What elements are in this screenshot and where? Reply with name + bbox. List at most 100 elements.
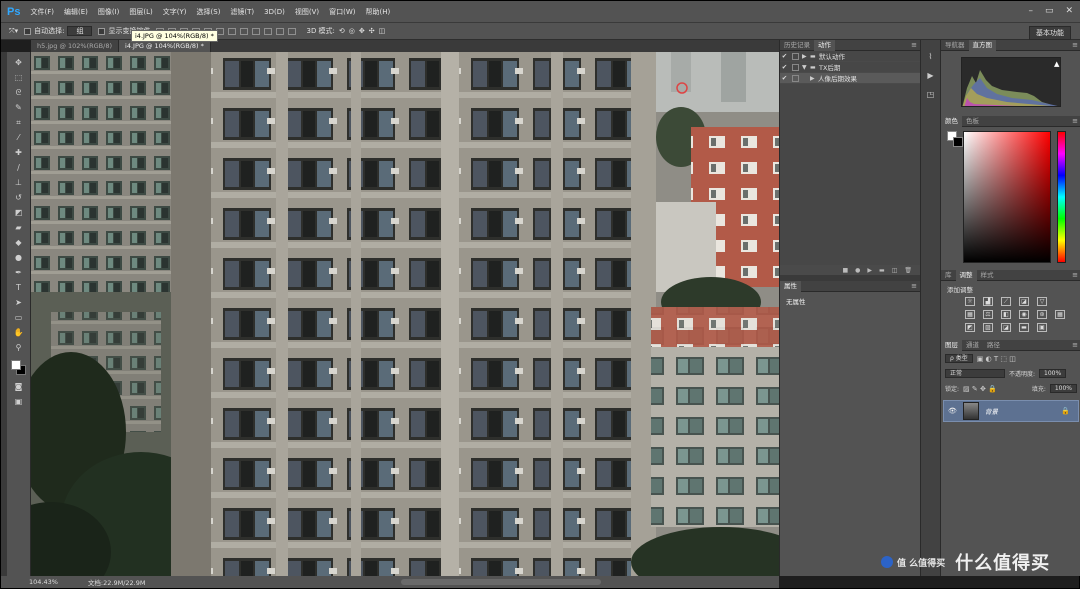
- doc-size[interactable]: 文档:22.9M/22.9M: [88, 577, 146, 587]
- lock-icons[interactable]: ▨ ✎ ✥ 🔒: [963, 385, 997, 393]
- minimize-button[interactable]: –: [1028, 6, 1033, 16]
- panel-menu-icon[interactable]: ≡: [1072, 271, 1078, 279]
- new-set-icon[interactable]: ▬: [879, 267, 885, 274]
- brightness-icon[interactable]: ☼: [965, 297, 975, 306]
- action-portrait[interactable]: ✔ ▶ 人像后期效果: [780, 73, 920, 84]
- screen-mode-icon[interactable]: ▣: [13, 395, 25, 408]
- histogram-icon[interactable]: ⌇: [925, 52, 937, 63]
- action-set-tx[interactable]: ✔ ▼ ▬ TX后期: [780, 62, 920, 73]
- move-icon[interactable]: ✥: [13, 56, 25, 69]
- expand-icon[interactable]: ▶: [810, 75, 818, 82]
- clone-stamp-icon[interactable]: ⊥: [13, 176, 25, 189]
- posterize-icon[interactable]: ▨: [983, 323, 993, 332]
- brush-icon[interactable]: ∕: [13, 161, 25, 174]
- tab-history[interactable]: 历史记录: [780, 40, 814, 51]
- vibrance-icon[interactable]: ▽: [1037, 297, 1047, 306]
- dialog-toggle[interactable]: [792, 52, 799, 60]
- crop-icon[interactable]: ⌗: [13, 116, 25, 129]
- 3d-slide-icon[interactable]: ✣: [369, 27, 375, 35]
- zoom-icon[interactable]: ⚲: [13, 341, 25, 354]
- action-set-default[interactable]: ✔ ▶ ▬ 默认动作: [780, 51, 920, 62]
- color-lookup-icon[interactable]: ▦: [1055, 310, 1065, 319]
- exposure-icon[interactable]: ◪: [1019, 297, 1029, 306]
- visibility-eye-icon[interactable]: 👁: [948, 407, 957, 415]
- menu-select[interactable]: 选择(S): [197, 7, 221, 17]
- gradient-icon[interactable]: ▰: [13, 221, 25, 234]
- properties-icon[interactable]: ◳: [925, 90, 937, 101]
- filter-icons[interactable]: ▣ ◐ T ⬚ ◫: [977, 355, 1016, 363]
- play-icon[interactable]: ▶: [867, 267, 872, 274]
- menu-filter[interactable]: 滤镜(T): [230, 7, 254, 17]
- menu-type[interactable]: 文字(Y): [163, 7, 187, 17]
- expand-icon[interactable]: ▼: [802, 64, 810, 71]
- distribute-middle-icon[interactable]: [240, 27, 249, 35]
- gradient-map-icon[interactable]: ▬: [1019, 323, 1029, 332]
- menu-layer[interactable]: 图层(L): [129, 7, 152, 17]
- show-transform-checkbox[interactable]: [98, 27, 106, 35]
- maximize-button[interactable]: ▭: [1045, 6, 1054, 16]
- zoom-level[interactable]: 104.43%: [29, 578, 58, 586]
- menu-3d[interactable]: 3D(D): [264, 8, 285, 16]
- 3d-rotate-icon[interactable]: ⟲: [339, 27, 345, 35]
- workspace-dropdown[interactable]: 基本功能: [1029, 26, 1071, 40]
- layer-background[interactable]: 👁 背景 🔒: [943, 400, 1079, 422]
- play-panel-icon[interactable]: ▶: [925, 71, 937, 82]
- eraser-icon[interactable]: ◩: [13, 206, 25, 219]
- color-field[interactable]: [963, 131, 1051, 263]
- dialog-toggle[interactable]: [792, 74, 799, 82]
- tab-channels[interactable]: 通道: [962, 340, 983, 351]
- healing-brush-icon[interactable]: ✚: [13, 146, 25, 159]
- tab-actions[interactable]: 动作: [814, 39, 835, 51]
- 3d-roll-icon[interactable]: ◎: [349, 27, 355, 35]
- menu-help[interactable]: 帮助(H): [366, 7, 391, 17]
- black-white-icon[interactable]: ◧: [1001, 310, 1011, 319]
- panel-menu-icon[interactable]: ≡: [911, 41, 917, 49]
- 3d-pan-icon[interactable]: ✥: [359, 27, 365, 35]
- panel-menu-icon[interactable]: ≡: [1072, 41, 1078, 49]
- stop-icon[interactable]: ■: [842, 267, 848, 274]
- tab-paths[interactable]: 路径: [983, 340, 1004, 351]
- auto-select-checkbox[interactable]: [24, 27, 32, 35]
- action-check-icon[interactable]: ✔: [780, 74, 789, 82]
- menu-view[interactable]: 视图(V): [295, 7, 319, 17]
- shape-icon[interactable]: ▭: [13, 311, 25, 324]
- panel-menu-icon[interactable]: ≡: [1072, 117, 1078, 125]
- tab-swatches[interactable]: 色板: [962, 116, 983, 127]
- new-action-icon[interactable]: ◫: [892, 267, 898, 274]
- marquee-icon[interactable]: ⬚: [13, 71, 25, 84]
- record-icon[interactable]: ●: [855, 267, 860, 274]
- channel-mixer-icon[interactable]: ⊛: [1037, 310, 1047, 319]
- quick-select-icon[interactable]: ✎: [13, 101, 25, 114]
- type-icon[interactable]: T: [13, 281, 25, 294]
- opacity-input[interactable]: 100%: [1039, 369, 1067, 378]
- history-brush-icon[interactable]: ↺: [13, 191, 25, 204]
- tab-styles[interactable]: 样式: [977, 270, 998, 281]
- invert-icon[interactable]: ◩: [965, 323, 975, 332]
- close-button[interactable]: ✕: [1065, 6, 1073, 16]
- menu-edit[interactable]: 编辑(E): [64, 7, 88, 17]
- tab-library[interactable]: 库: [941, 270, 956, 281]
- foreground-color[interactable]: [10, 360, 21, 370]
- menu-image[interactable]: 图像(I): [98, 7, 120, 17]
- panel-menu-icon[interactable]: ≡: [1072, 341, 1078, 349]
- distribute-right-icon[interactable]: [288, 27, 297, 35]
- hue-sat-icon[interactable]: ▦: [965, 310, 975, 319]
- panel-background-swatch[interactable]: [953, 137, 963, 147]
- threshold-icon[interactable]: ◪: [1001, 323, 1011, 332]
- blur-icon[interactable]: ◆: [13, 236, 25, 249]
- tab-h5[interactable]: h5.jpg @ 102%(RGB/8): [31, 40, 120, 52]
- levels-icon[interactable]: ▟: [983, 297, 993, 306]
- document-canvas[interactable]: [31, 52, 779, 576]
- blend-mode-dropdown[interactable]: 正常: [945, 369, 1005, 378]
- tab-color[interactable]: 颜色: [941, 115, 962, 127]
- move-tool-icon[interactable]: ⤧▾: [9, 27, 18, 36]
- tab-properties[interactable]: 属性: [780, 280, 801, 292]
- fill-input[interactable]: 100%: [1049, 384, 1077, 393]
- path-select-icon[interactable]: ➤: [13, 296, 25, 309]
- dialog-toggle[interactable]: [792, 63, 799, 71]
- horizontal-scrollbar[interactable]: [401, 579, 601, 585]
- hue-slider[interactable]: [1057, 131, 1066, 263]
- curves-icon[interactable]: ⟋: [1001, 297, 1011, 306]
- tab-layers[interactable]: 图层: [941, 339, 962, 351]
- tab-adjustments[interactable]: 调整: [955, 269, 977, 281]
